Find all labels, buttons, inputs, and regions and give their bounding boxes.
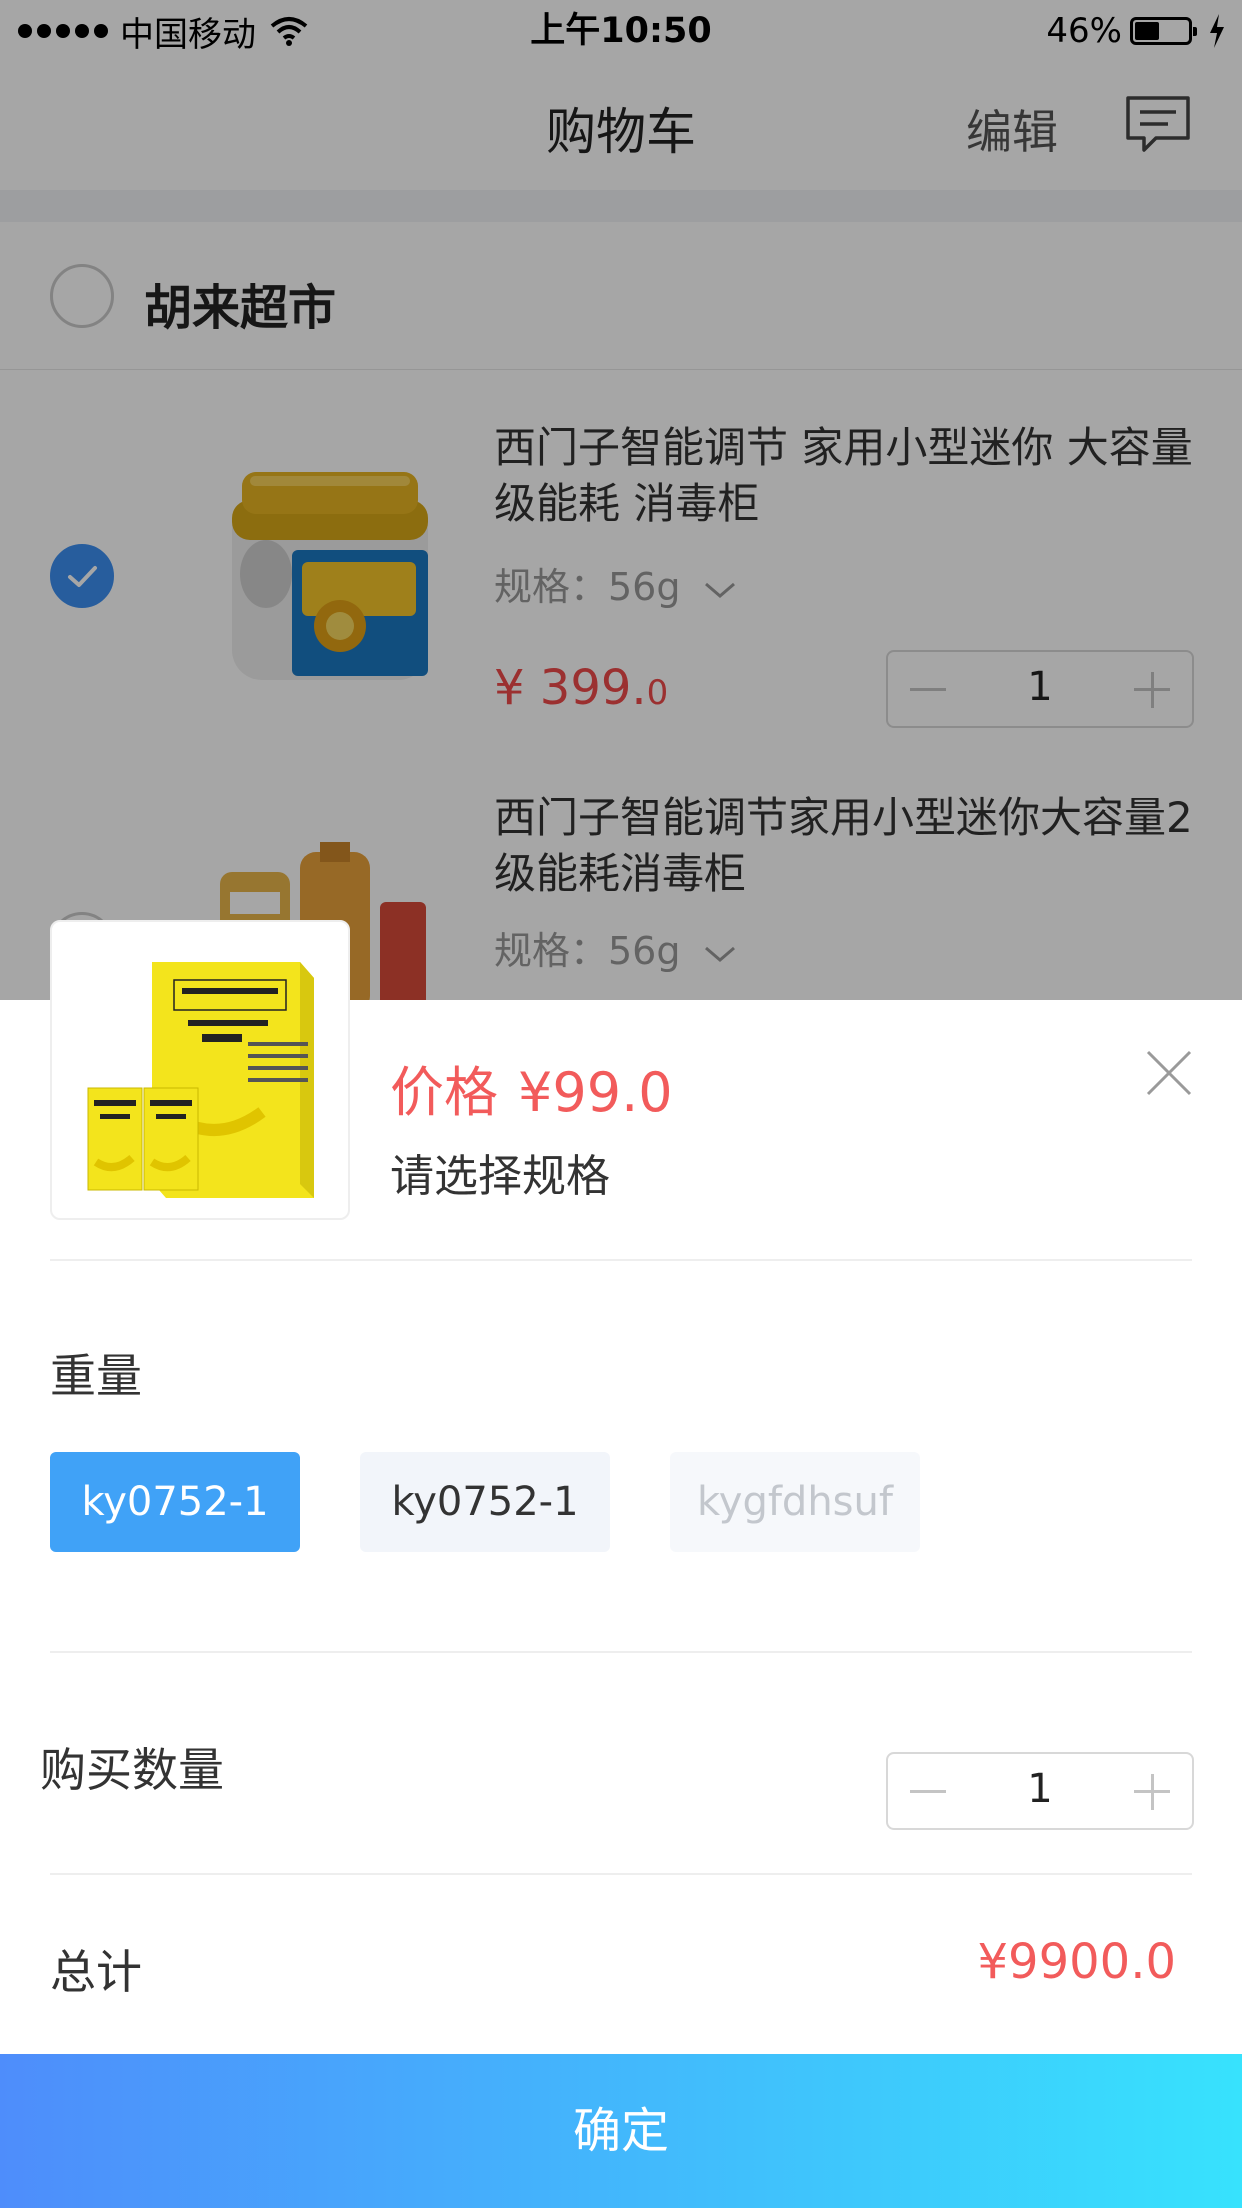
total-label: 总计 [50, 1945, 142, 1999]
sheet-price: 价格 ¥99.0 [390, 1048, 673, 1127]
overlay-mask[interactable] [0, 0, 1242, 1000]
option-chip-selected[interactable]: ky0752-1 [50, 1452, 300, 1552]
quantity-value[interactable]: 1 [888, 1766, 1192, 1812]
close-icon[interactable] [1144, 1048, 1194, 1098]
divider [50, 1259, 1192, 1261]
quantity-title: 购买数量 [40, 1743, 224, 1797]
weight-title: 重量 [50, 1349, 142, 1403]
select-spec-hint: 请选择规格 [390, 1151, 610, 1202]
price-value: ¥99.0 [518, 1061, 673, 1124]
quantity-stepper: 1 [886, 1752, 1194, 1830]
divider [50, 1873, 1192, 1875]
option-chip[interactable]: ky0752-1 [360, 1452, 610, 1552]
confirm-button[interactable]: 确定 [0, 2054, 1242, 2208]
option-chip-disabled: kygfdhsuf [670, 1452, 920, 1552]
total-value: ¥9900.0 [977, 1934, 1177, 1990]
price-label: 价格 [390, 1061, 498, 1124]
sheet-product-thumbnail [50, 920, 350, 1220]
divider [50, 1651, 1192, 1653]
product-image-banana-milk [87, 962, 314, 1198]
